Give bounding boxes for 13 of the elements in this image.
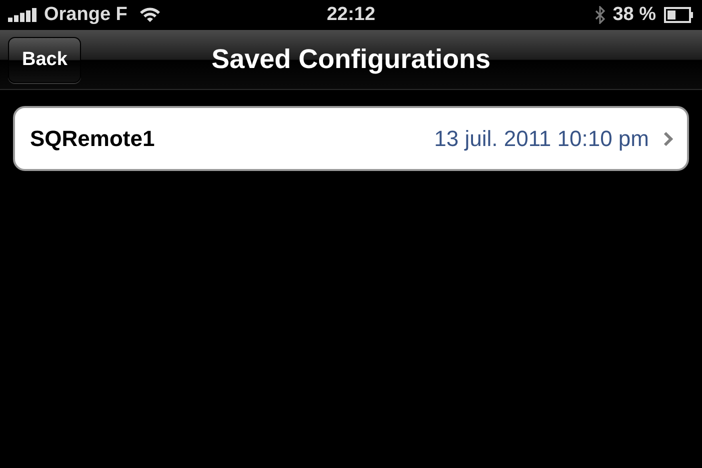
battery-percentage: 38 %	[612, 4, 656, 26]
clock-time: 22:12	[326, 4, 376, 26]
signal-icon	[8, 8, 38, 22]
screen-title: Saved Configurations	[211, 44, 491, 75]
wifi-icon	[139, 7, 162, 23]
chevron-icon	[663, 130, 673, 146]
configuration-date: 13 juil. 2011 10:10 pm	[434, 126, 649, 152]
configuration-row[interactable]: SQRemote1 13 juil. 2011 10:10 pm	[13, 106, 689, 171]
back-button[interactable]: Back	[8, 36, 82, 82]
carrier-name: Orange F	[44, 4, 128, 26]
battery-icon	[664, 7, 694, 23]
bluetooth-icon	[594, 6, 605, 24]
configuration-name: SQRemote1	[30, 126, 156, 152]
